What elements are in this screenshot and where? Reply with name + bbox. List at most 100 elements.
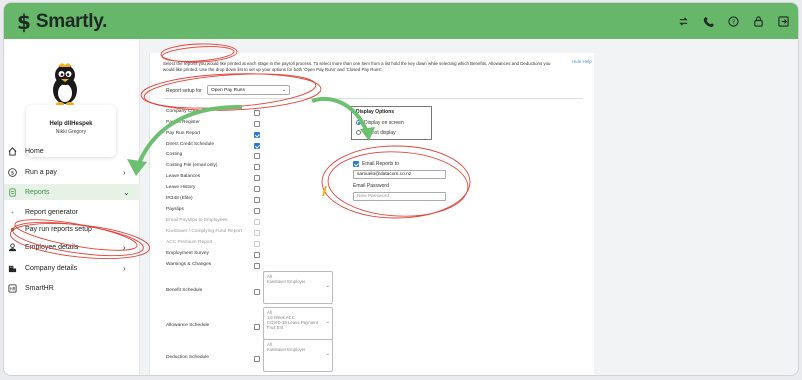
help-icon[interactable]: ? — [726, 14, 740, 28]
report-setup-select[interactable]: Open Pay Runs ⌄ — [207, 85, 290, 95]
email-password-label: Email Password — [353, 183, 389, 189]
report-label: Company Controls — [166, 109, 206, 114]
report-checkbox[interactable] — [254, 196, 260, 203]
schedule-label: Benefit Schedule — [166, 288, 203, 293]
report-label: Payroll Register — [166, 120, 200, 125]
report-label: Direct Credit Schedule — [166, 142, 214, 147]
divider — [163, 98, 583, 99]
email-reports-checkbox[interactable] — [353, 161, 359, 167]
app-window: $ Smartly. ? Help dllHespek Nikki Gregor… — [3, 2, 799, 376]
sidebar-item-label: Report generator — [25, 208, 78, 216]
report-setup-value: Open Pay Runs — [211, 87, 245, 93]
schedule-multiselect[interactable]: All KiwiSaver Employer ⌄ — [263, 339, 333, 372]
display-options-title: Display Options — [356, 109, 395, 115]
hr-icon: HR — [8, 283, 17, 293]
top-icons: ? — [676, 14, 790, 28]
sidebar-item-label: Home — [25, 147, 44, 155]
report-setup-label: Report setup for — [166, 88, 202, 94]
schedule-checkbox[interactable] — [254, 289, 260, 295]
report-checkbox[interactable] — [254, 174, 260, 181]
chevron-down-icon: ⌄ — [281, 87, 286, 93]
report-checkbox[interactable] — [254, 120, 260, 127]
person-icon — [8, 242, 17, 252]
schedule-checkbox[interactable] — [254, 324, 260, 330]
report-label: Costing — [166, 152, 183, 157]
do-not-display-radio[interactable] — [356, 130, 361, 135]
sidebar-item-smarthr[interactable]: HR SmartHR — [4, 280, 140, 296]
sidebar-item-report-generator[interactable]: Report generator — [4, 204, 140, 220]
schedule-option[interactable]: KiwiSaver Employer — [267, 347, 329, 352]
report-label: Costing File (email only) — [166, 163, 218, 168]
report-label: IR348 (Elite) — [166, 196, 193, 201]
report-label: Warnings & Changes — [166, 262, 212, 267]
bullet-icon — [8, 208, 17, 217]
scroll-arrow-icon[interactable]: ⌄ — [326, 352, 330, 357]
report-checkbox[interactable] — [254, 240, 260, 247]
scroll-arrow-icon[interactable]: ⌄ — [326, 284, 330, 289]
sidebar: Help dllHespek Nikki Gregory Home $ Run … — [4, 39, 140, 375]
report-label: KiwiSaver / Complying Fund Report — [166, 229, 242, 234]
svg-text:?: ? — [731, 17, 734, 25]
app-name: Smartly. — [35, 11, 108, 32]
schedule-multiselect[interactable]: All KiwiSaver Employer ⌄ — [263, 271, 333, 304]
company-name: Help dllHespek — [49, 121, 93, 127]
avatar — [46, 61, 84, 107]
do-not-display-label: Do not display — [364, 129, 396, 136]
schedule-label: Allowance Schedule — [166, 323, 210, 328]
report-checkbox[interactable] — [254, 152, 260, 159]
sidebar-item-label: Employee details — [25, 243, 79, 251]
scroll-arrow-icon[interactable]: ⌄ — [326, 320, 330, 325]
chevron-right-icon: › — [123, 263, 126, 273]
schedule-option[interactable]: Fruit Ent — [267, 325, 329, 330]
report-checkbox[interactable] — [254, 131, 260, 138]
help-text: Select the reports you would like printe… — [163, 61, 551, 72]
report-checkbox[interactable] — [254, 142, 260, 149]
report-checkbox[interactable] — [254, 185, 260, 192]
sidebar-item-label: Pay run reports setup — [25, 225, 92, 233]
sidebar-item-reports[interactable]: Reports ⌄ — [4, 184, 140, 200]
report-label: Payslips — [166, 207, 184, 212]
hide-help-link[interactable]: Hide Help — [572, 59, 592, 64]
report-checkbox[interactable] — [254, 207, 260, 214]
report-checkbox[interactable] — [254, 229, 260, 236]
building-icon — [8, 264, 17, 273]
user-name: Nikki Gregory — [55, 129, 87, 135]
smartly-logo-icon: $ — [17, 10, 31, 34]
report-label: Leave Balances — [166, 174, 201, 179]
report-label: ACC Premium Report — [166, 240, 213, 245]
report-checkbox[interactable] — [254, 251, 260, 258]
schedule-multiselect[interactable]: All 1st Week ACC COVID-19 Leave Payment Fru… — [263, 307, 333, 340]
sidebar-item-run-a-pay[interactable]: $ Run a pay › — [4, 164, 140, 180]
report-checkbox[interactable] — [254, 218, 260, 225]
schedule-option[interactable]: KiwiSaver Employer — [267, 279, 329, 284]
report-label: Employment Survey — [166, 251, 209, 256]
dollar-icon: $ — [8, 167, 17, 177]
phone-icon[interactable] — [701, 14, 715, 28]
report-checkbox[interactable] — [254, 163, 260, 170]
sidebar-item-home[interactable]: Home — [4, 143, 140, 159]
svg-text:HR: HR — [10, 286, 16, 291]
display-on-screen-radio[interactable] — [356, 120, 361, 125]
home-icon — [8, 146, 17, 156]
swap-icon[interactable] — [676, 14, 690, 28]
email-field[interactable]: samuelo@datacom.co.nz — [353, 170, 446, 179]
email-password-field[interactable]: New Password — [353, 192, 446, 201]
report-label: Leave History — [166, 185, 196, 190]
display-on-screen-label: Display on screen — [364, 119, 404, 126]
sidebar-item-employee-details[interactable]: Employee details › — [4, 239, 140, 255]
sidebar-item-label: Company details — [25, 264, 78, 272]
lock-icon[interactable] — [751, 14, 765, 28]
schedule-checkbox[interactable] — [254, 356, 260, 362]
document-icon — [8, 187, 17, 197]
report-checkbox[interactable] — [254, 262, 260, 269]
sidebar-item-label: Reports — [25, 188, 50, 196]
sidebar-item-pay-run-reports-setup[interactable]: Pay run reports setup — [4, 221, 140, 237]
logo[interactable]: $ Smartly. — [17, 10, 107, 34]
top-bar: $ Smartly. ? — [4, 3, 798, 39]
sidebar-item-company-details[interactable]: Company details › — [4, 260, 140, 276]
report-label: Email Payslips to Employees — [166, 218, 228, 223]
sidebar-item-label: SmartHR — [25, 284, 54, 292]
logout-icon[interactable] — [776, 14, 790, 28]
chevron-down-icon: ⌄ — [123, 187, 130, 197]
report-checkbox[interactable] — [254, 109, 260, 116]
